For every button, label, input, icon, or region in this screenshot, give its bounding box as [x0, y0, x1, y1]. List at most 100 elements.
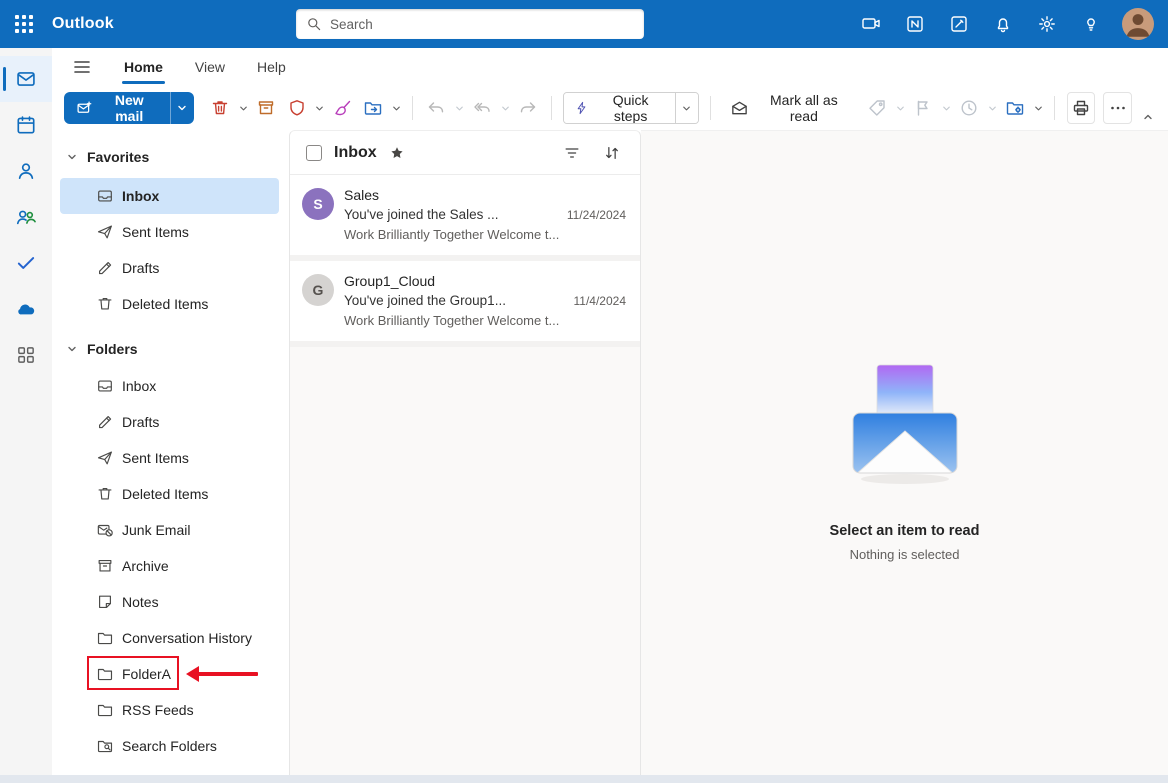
folder-conversation-history[interactable]: Conversation History	[60, 620, 279, 656]
more-options-button[interactable]	[1103, 92, 1132, 124]
tab-help-label: Help	[257, 59, 286, 75]
send-icon	[96, 449, 114, 467]
snooze-button[interactable]	[955, 92, 984, 124]
rules-dropdown[interactable]	[1031, 92, 1044, 124]
folder-rss-feeds[interactable]: RSS Feeds	[60, 692, 279, 728]
rail-calendar-button[interactable]	[0, 102, 52, 148]
favorite-sent-items[interactable]: Sent Items	[60, 214, 279, 250]
favorite-inbox[interactable]: Inbox	[60, 178, 279, 214]
sender-avatar[interactable]: G	[302, 274, 334, 306]
new-mail-dropdown-button[interactable]	[170, 92, 195, 124]
reply-button[interactable]	[422, 92, 451, 124]
rail-todo-button[interactable]	[0, 240, 52, 286]
folder-label: Search Folders	[122, 738, 217, 754]
folder-deleted-items[interactable]: Deleted Items	[60, 476, 279, 512]
favorite-deleted-items[interactable]: Deleted Items	[60, 286, 279, 322]
topbar-actions	[854, 7, 1168, 41]
meet-now-button[interactable]	[854, 7, 888, 41]
archive-icon	[96, 557, 114, 575]
report-dropdown[interactable]	[313, 92, 326, 124]
tips-button[interactable]	[1074, 7, 1108, 41]
favorite-star-icon[interactable]	[389, 145, 405, 161]
sort-button[interactable]	[598, 139, 626, 167]
folder-archive[interactable]: Archive	[60, 548, 279, 584]
folder-sent-items[interactable]: Sent Items	[60, 440, 279, 476]
rail-more-apps-button[interactable]	[0, 332, 52, 378]
flag-button[interactable]	[909, 92, 938, 124]
delete-button[interactable]	[206, 92, 235, 124]
horizontal-scrollbar[interactable]	[0, 775, 1168, 783]
search-box[interactable]	[296, 9, 644, 39]
rules-button[interactable]	[1001, 92, 1030, 124]
report-button[interactable]	[283, 92, 312, 124]
move-to-button[interactable]	[359, 92, 388, 124]
message-date: 11/24/2024	[567, 205, 626, 225]
new-mail-button[interactable]: New mail	[64, 92, 170, 124]
sweep-button[interactable]	[329, 92, 358, 124]
rail-people-button[interactable]	[0, 148, 52, 194]
snooze-dropdown[interactable]	[985, 92, 998, 124]
folder-notes[interactable]: Notes	[60, 584, 279, 620]
folder-inbox[interactable]: Inbox	[60, 368, 279, 404]
rail-mail-button[interactable]	[0, 56, 52, 102]
delete-dropdown[interactable]	[237, 92, 250, 124]
favorite-drafts[interactable]: Drafts	[60, 250, 279, 286]
tab-help[interactable]: Help	[241, 48, 302, 86]
notifications-button[interactable]	[986, 7, 1020, 41]
message-row[interactable]: G Group1_Cloud You've joined the Group1.…	[290, 261, 640, 347]
tab-home[interactable]: Home	[108, 48, 179, 86]
chevron-down-icon	[500, 103, 511, 114]
folder-junk-email[interactable]: Junk Email	[60, 512, 279, 548]
onenote-button[interactable]	[898, 7, 932, 41]
categorize-dropdown[interactable]	[894, 92, 907, 124]
forward-button[interactable]	[514, 92, 543, 124]
folder-label: Notes	[122, 594, 159, 610]
move-to-dropdown[interactable]	[390, 92, 403, 124]
folder-search-folders[interactable]: Search Folders	[60, 728, 279, 764]
tab-view[interactable]: View	[179, 48, 241, 86]
folders-section-header[interactable]: Folders	[60, 336, 281, 362]
folder-drafts[interactable]: Drafts	[60, 404, 279, 440]
chevron-down-icon	[1033, 103, 1044, 114]
nav-pane-toggle-button[interactable]	[66, 51, 98, 83]
quick-steps-split-button: Quick steps	[563, 92, 698, 124]
move-folder-icon	[363, 98, 383, 118]
message-preview: Work Brilliantly Together Welcome t...	[344, 311, 626, 331]
archive-button[interactable]	[252, 92, 281, 124]
select-all-checkbox[interactable]	[306, 145, 322, 161]
settings-button[interactable]	[1030, 7, 1064, 41]
quick-steps-dropdown[interactable]	[675, 93, 698, 123]
quick-steps-button[interactable]: Quick steps	[564, 93, 675, 123]
sender-avatar[interactable]: S	[302, 188, 334, 220]
mark-all-read-button[interactable]: Mark all as read	[720, 92, 862, 124]
chevron-down-icon	[238, 103, 249, 114]
search-input[interactable]	[330, 17, 634, 32]
rail-groups-button[interactable]	[0, 194, 52, 240]
chevron-down-icon	[391, 103, 402, 114]
app-launcher-button[interactable]	[0, 0, 48, 48]
note-icon	[96, 593, 114, 611]
categorize-button[interactable]	[863, 92, 892, 124]
collapse-ribbon-button[interactable]	[1137, 106, 1158, 128]
folder-label: Conversation History	[122, 630, 252, 646]
flag-dropdown[interactable]	[940, 92, 953, 124]
chevron-down-icon	[314, 103, 325, 114]
chevron-down-icon	[895, 103, 906, 114]
notes-button[interactable]	[942, 7, 976, 41]
notes-pen-icon	[949, 14, 969, 34]
broom-icon	[333, 98, 353, 118]
message-row[interactable]: S Sales You've joined the Sales ... 11/2…	[290, 175, 640, 261]
favorites-section-header[interactable]: Favorites	[60, 144, 281, 170]
reply-all-button[interactable]	[468, 92, 497, 124]
print-button[interactable]	[1067, 92, 1096, 124]
mail-read-icon	[730, 98, 749, 118]
account-avatar[interactable]	[1122, 8, 1154, 40]
rail-onedrive-button[interactable]	[0, 286, 52, 332]
trash-icon	[96, 485, 114, 503]
reply-all-dropdown[interactable]	[498, 92, 511, 124]
folder-foldera[interactable]: FolderA	[60, 656, 279, 692]
reply-dropdown[interactable]	[452, 92, 465, 124]
hamburger-icon	[72, 57, 92, 77]
search-folder-icon	[96, 737, 114, 755]
filter-button[interactable]	[558, 139, 586, 167]
